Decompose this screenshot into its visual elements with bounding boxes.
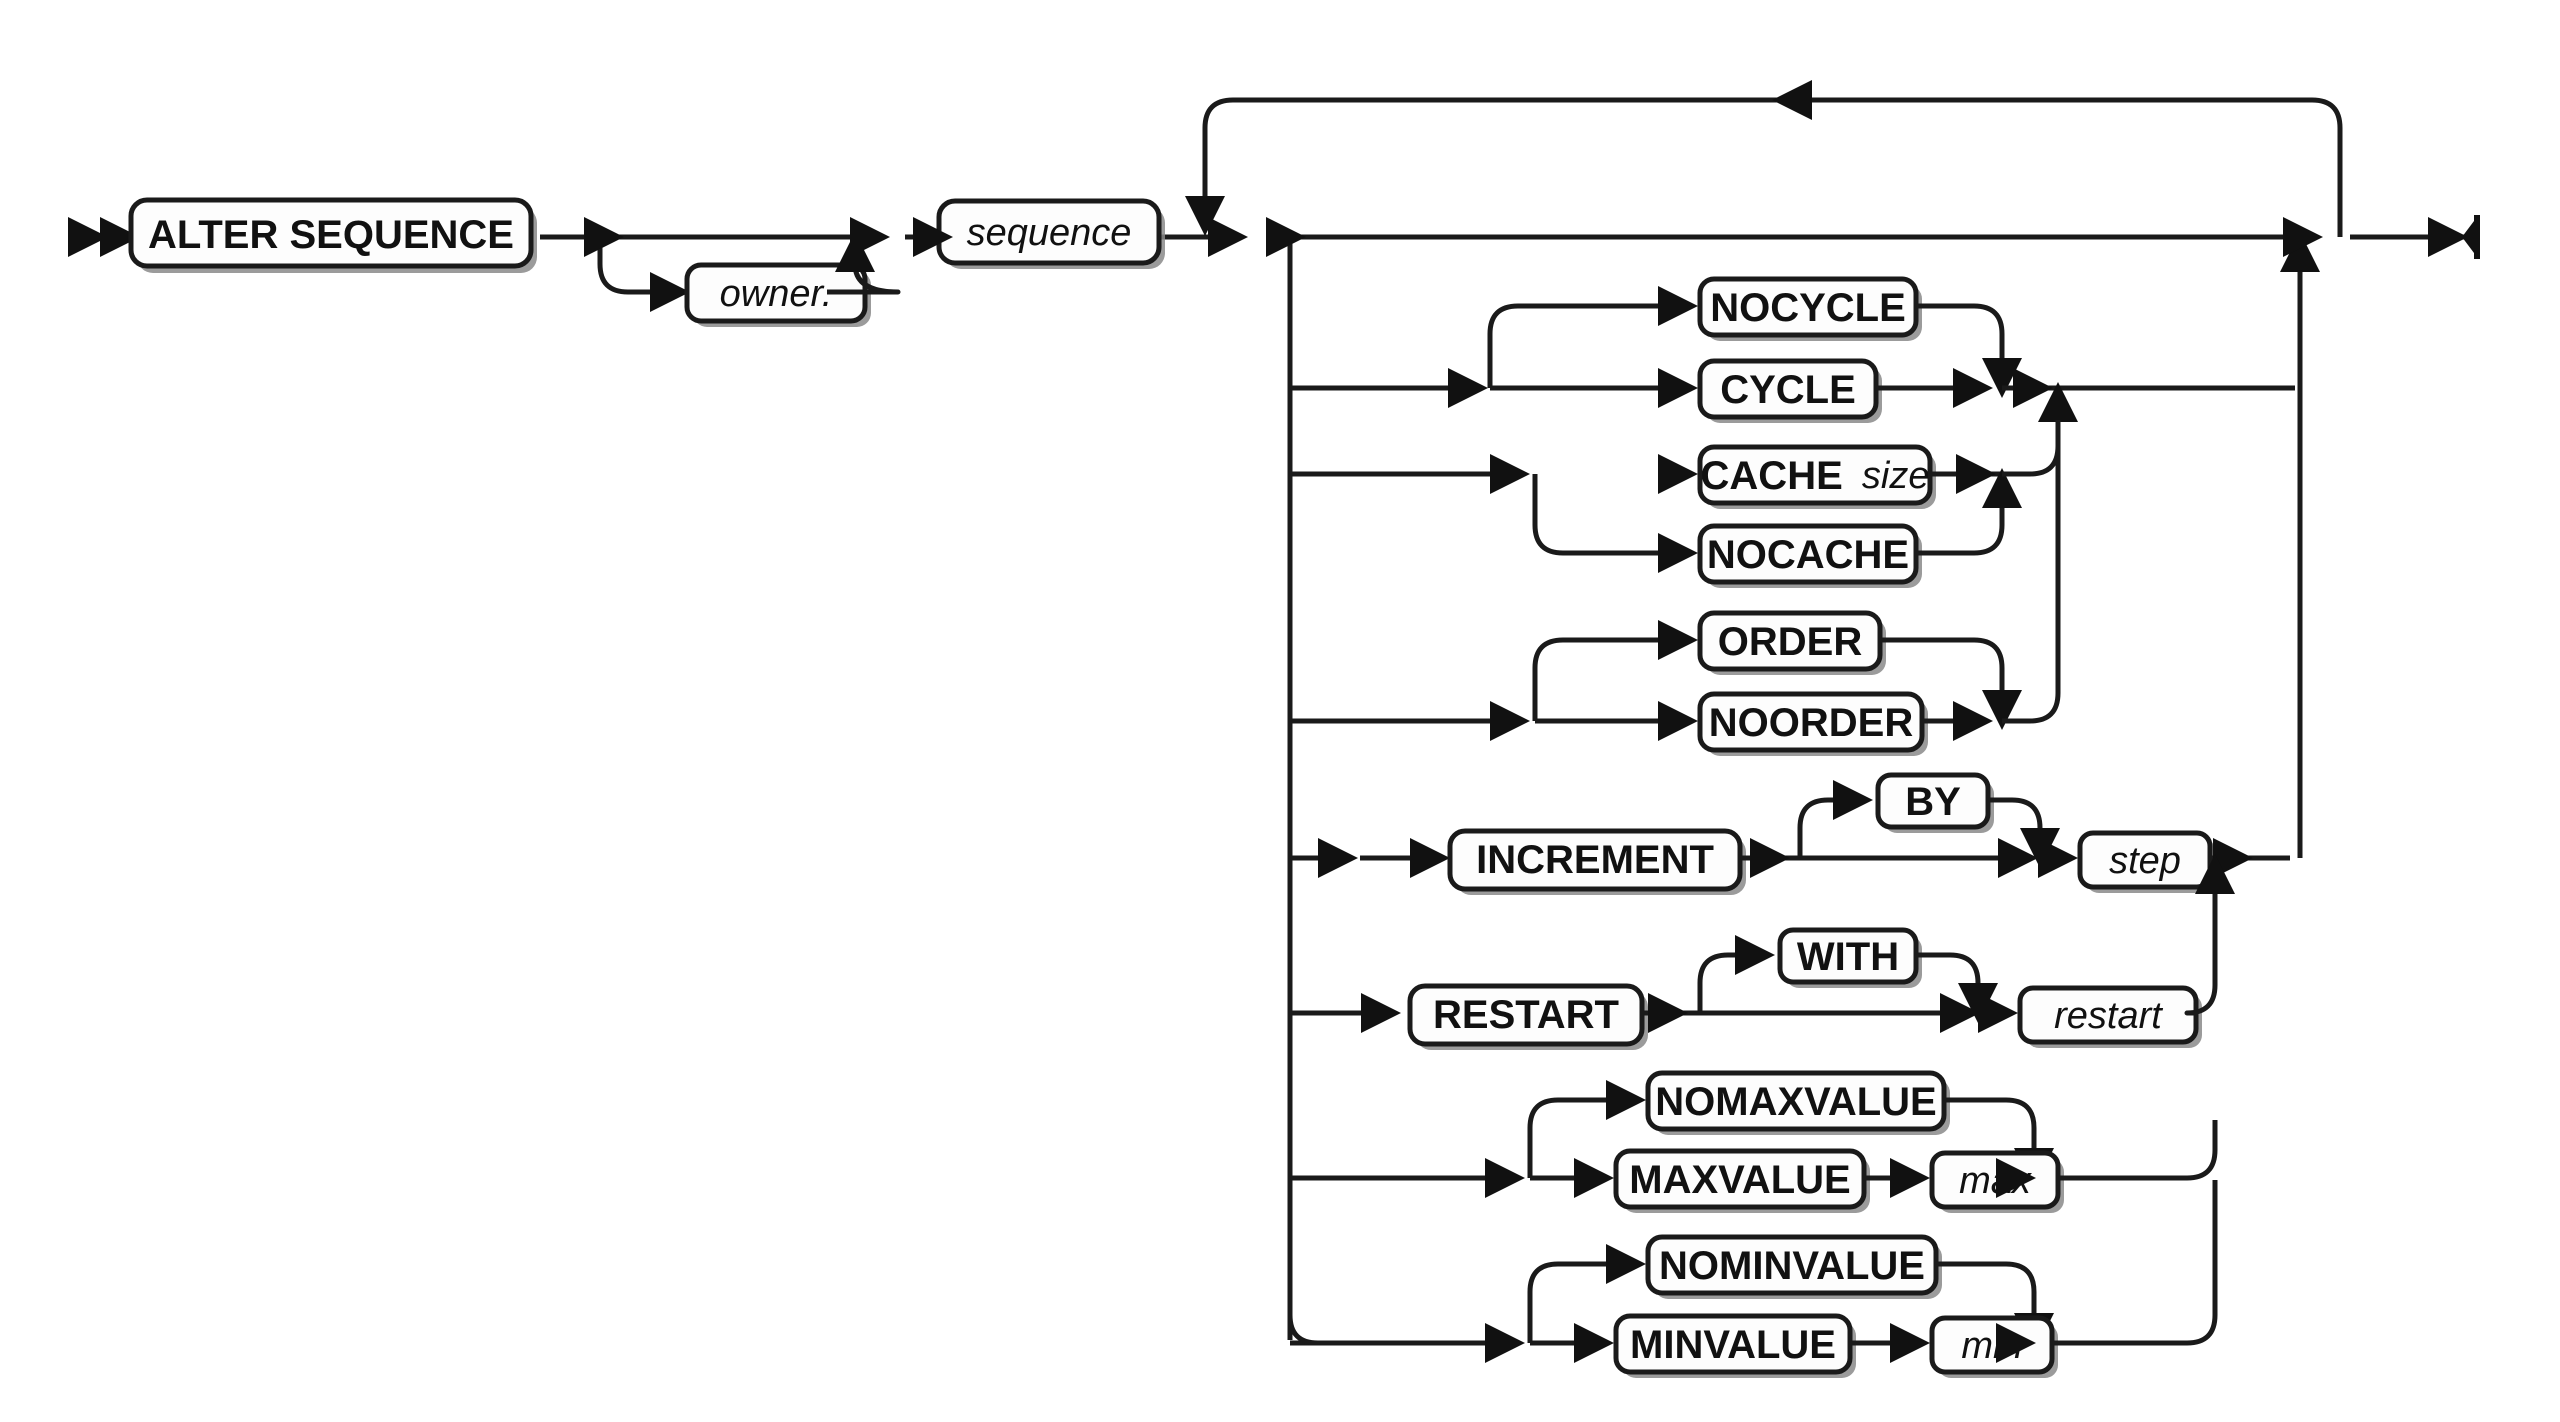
node-label-maxvalue: MAXVALUE: [1629, 1158, 1850, 1202]
group-maxvalue: NOMAXVALUE MAXVALUE max: [1290, 1070, 2218, 1213]
alter-sequence-railroad-diagram: ALTER SEQUENCE owner. sequence NOCYCLE C…: [68, 80, 2480, 1378]
values-collector-up: [2280, 217, 2323, 861]
node-label-step: step: [2109, 840, 2181, 882]
group-cache: CACHE size NOCACHE: [1290, 382, 2078, 588]
node-label-increment: INCREMENT: [1476, 838, 1714, 882]
node-label-with: WITH: [1797, 935, 1899, 979]
node-sequence: sequence: [936, 198, 1165, 269]
node-label-cache-size: CACHE size: [1701, 454, 1930, 498]
group-increment: INCREMENT BY step: [1290, 772, 2290, 895]
node-label-cycle: CYCLE: [1720, 368, 1856, 412]
railroad-diagram-canvas: ALTER SEQUENCE owner. sequence NOCYCLE C…: [0, 0, 2560, 1422]
node-label-by: BY: [1905, 780, 1961, 824]
node-label-sequence: sequence: [967, 212, 1132, 254]
group-cycle: NOCYCLE CYCLE: [1290, 276, 2295, 423]
branch-owner-optional: owner.: [584, 217, 901, 327]
node-alter-sequence: ALTER SEQUENCE: [128, 197, 537, 273]
node-label-restart: RESTART: [1433, 993, 1619, 1037]
node-label-nomaxvalue: NOMAXVALUE: [1655, 1080, 1936, 1124]
node-label-owner: owner.: [720, 273, 833, 315]
node-label-nocycle: NOCYCLE: [1710, 286, 1906, 330]
node-label-nominvalue: NOMINVALUE: [1659, 1244, 1925, 1288]
node-label-alter-sequence: ALTER SEQUENCE: [148, 213, 514, 257]
node-label-noorder: NOORDER: [1709, 701, 1914, 745]
loop-back-top: [1185, 80, 2343, 237]
options-branch-spine: [1266, 217, 1306, 1340]
end-terminator-icon: [2428, 215, 2480, 259]
node-label-restart-value: restart: [2054, 995, 2163, 1037]
node-label-order: ORDER: [1718, 620, 1863, 664]
node-label-nocache: NOCACHE: [1707, 533, 1909, 577]
node-label-minvalue: MINVALUE: [1630, 1323, 1836, 1367]
options-spine-bottom: [1287, 1314, 1330, 1346]
